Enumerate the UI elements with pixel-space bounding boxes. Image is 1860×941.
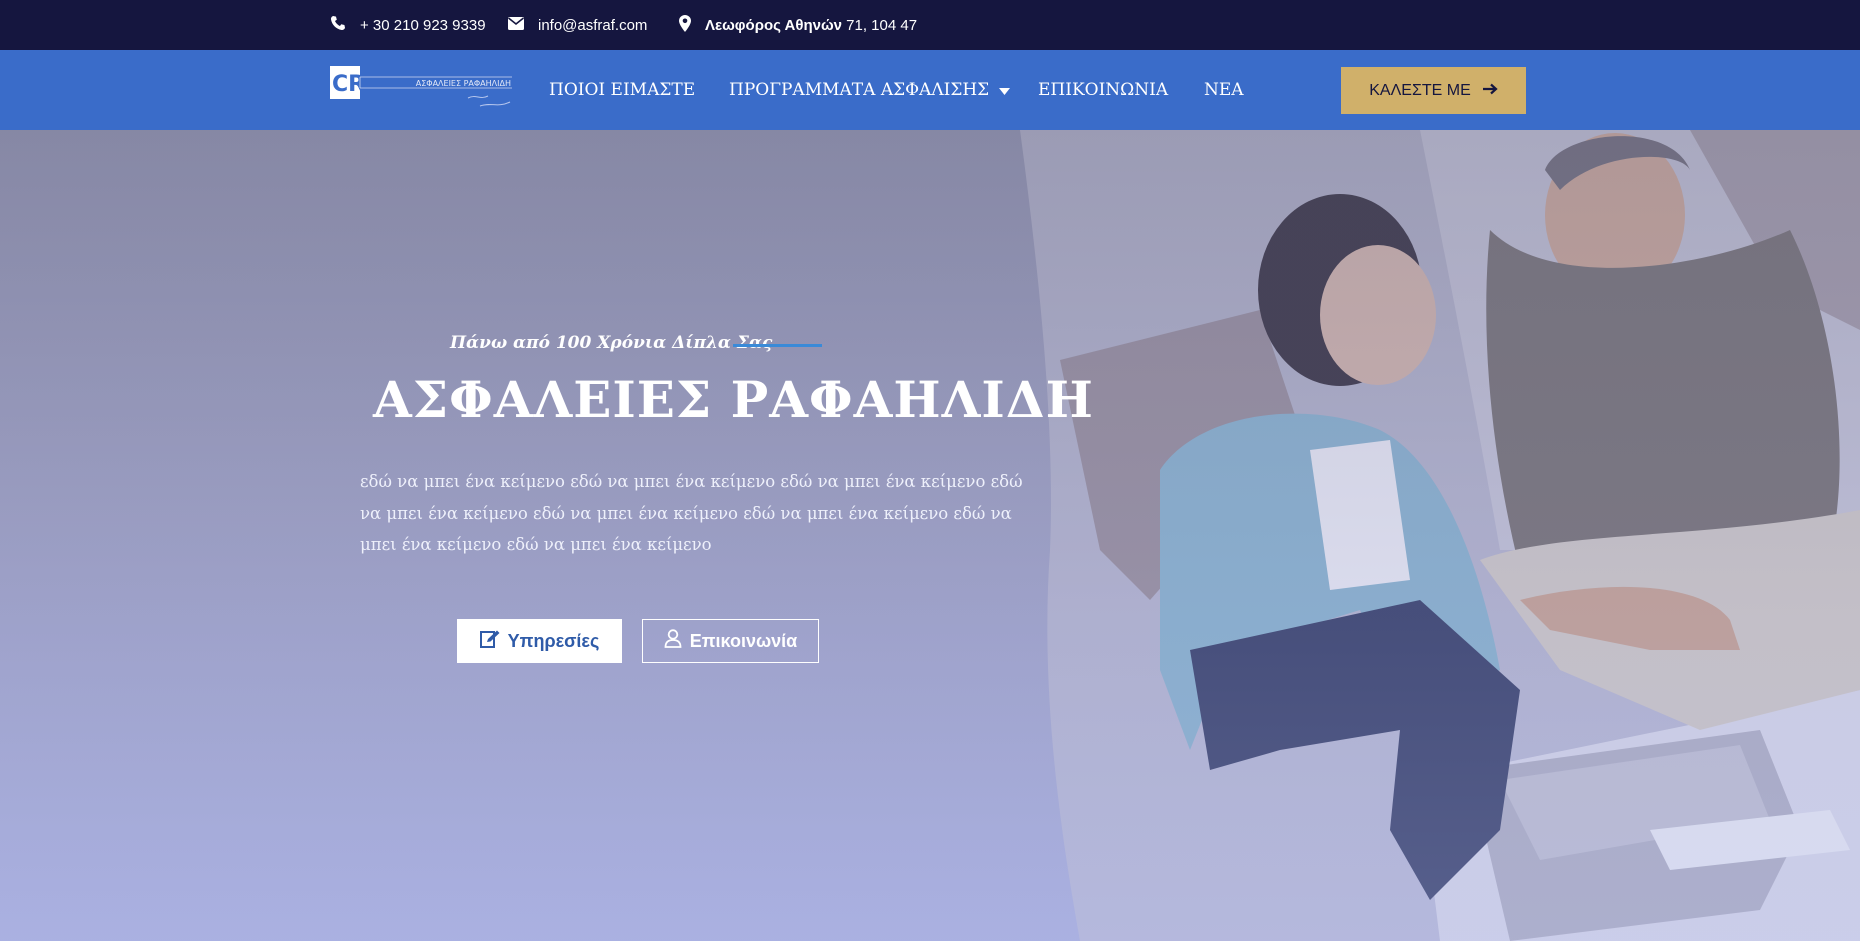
nav-item-insurance-programs[interactable]: ΠΡΟΓΡΑΜΜΑΤΑ ΑΣΦΑΛΙΣΗΣ (729, 50, 1011, 130)
address-street: Λεωφόρος Αθηνών (705, 16, 842, 34)
address-number: 71, 104 47 (842, 16, 918, 34)
map-pin-icon (679, 14, 705, 36)
hero-headline: ΑΣΦΑΛΕΙΕΣ ΡΑΦΑΗΛΙΔΗ (373, 370, 1094, 429)
user-icon (664, 629, 690, 653)
logo-text: ΑΣΦΑΛΕΙΕΣ ΡΑΦΑΗΛΙΔΗ (416, 79, 511, 88)
call-me-button[interactable]: ΚΑΛΕΣΤΕ ΜΕ (1341, 67, 1526, 114)
nav-item-news[interactable]: ΝΕΑ (1204, 50, 1244, 130)
contact-label: Επικοινωνία (689, 630, 798, 651)
nav-item-about[interactable]: ΠΟΙΟΙ ΕΙΜΑΣΤΕ (549, 50, 695, 130)
call-me-label: ΚΑΛΕΣΤΕ ΜΕ (1369, 81, 1471, 99)
phone-number: + 30 210 923 9339 (360, 16, 486, 34)
envelope-icon (508, 16, 538, 34)
hero-tagline: Πάνω από 100 Χρόνια Δίπλα Σας (450, 333, 773, 353)
arrow-right-icon (1471, 82, 1498, 100)
hero-lead-text: εδώ να μπει ένα κείμενο εδώ να μπει ένα … (360, 472, 1023, 554)
hero-section: Πάνω από 100 Χρόνια Δίπλα Σας ΑΣΦΑΛΕΙΕΣ … (0, 130, 1860, 941)
phone-contact[interactable]: + 30 210 923 9339 (330, 0, 486, 50)
phone-icon (330, 15, 360, 35)
address-contact: Λεωφόρος Αθηνών 71, 104 47 (679, 0, 917, 50)
email-contact[interactable]: info@asfraf.com (508, 0, 647, 50)
nav-item-label: ΠΡΟΓΡΑΜΜΑΤΑ ΑΣΦΑΛΙΣΗΣ (729, 80, 990, 100)
edit-icon (479, 630, 508, 653)
top-contact-bar: + 30 210 923 9339 info@asfraf.com Λεωφόρ… (0, 0, 1860, 50)
nav-item-contact[interactable]: ΕΠΙΚΟΙΝΩΝΙΑ (1038, 50, 1168, 130)
caret-down-icon (999, 80, 1011, 100)
services-label: Υπηρεσίες (507, 630, 600, 651)
email-address: info@asfraf.com (538, 16, 648, 34)
contact-button[interactable]: Επικοινωνία (642, 619, 819, 663)
main-navigation: CR ΑΣΦΑΛΕΙΕΣ ΡΑΦΑΗΛΙΔΗ ΠΟΙΟΙ ΕΙΜΑΣΤΕ ΠΡΟ… (0, 50, 1860, 130)
site-logo[interactable]: CR ΑΣΦΑΛΕΙΕΣ ΡΑΦΑΗΛΙΔΗ (330, 64, 512, 116)
services-button[interactable]: Υπηρεσίες (457, 619, 622, 663)
tagline-accent-line (733, 344, 822, 347)
